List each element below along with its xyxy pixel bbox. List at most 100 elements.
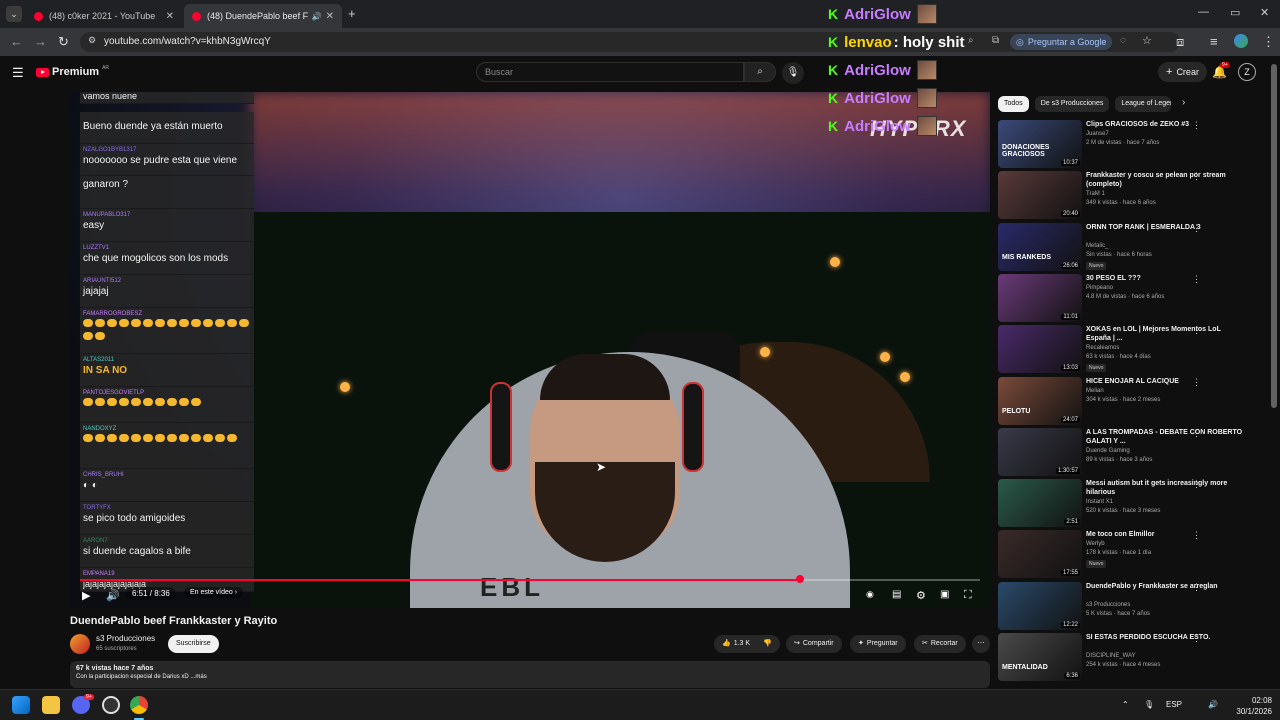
- browser-tab-1[interactable]: (48) c0ker 2021 - YouTube ✕: [26, 4, 182, 28]
- more-options-icon[interactable]: ⋮: [1192, 633, 1201, 644]
- channel-name[interactable]: s3 Producciones: [96, 634, 155, 643]
- recommendation-item[interactable]: PELOTU 24:07 HICE ENOJAR AL CACIQUE Melian 3…: [998, 376, 1268, 427]
- recommendation-item[interactable]: 2:51 Messi autism but it gets increasingl…: [998, 479, 1268, 529]
- extensions-icon[interactable]: ⧈: [1176, 34, 1184, 50]
- autoplay-toggle-icon[interactable]: ◉: [866, 589, 874, 600]
- ask-button[interactable]: ✦ Preguntar: [850, 635, 906, 653]
- video-thumbnail[interactable]: PELOTU 24:07: [998, 376, 1082, 425]
- recommendation-channel[interactable]: Juanse7: [1086, 131, 1109, 137]
- recommendation-item[interactable]: 12:22 DuendePablo y Frankkaster se arregl…: [998, 581, 1268, 632]
- play-icon[interactable]: ▶: [82, 589, 90, 602]
- speaker-icon[interactable]: 🔊: [312, 12, 322, 21]
- video-thumbnail[interactable]: 17:55: [998, 530, 1082, 579]
- close-window-icon[interactable]: ✕: [1260, 6, 1269, 19]
- minimize-icon[interactable]: —: [1198, 6, 1209, 18]
- recommendation-title[interactable]: Messi autism but it gets increasingly mo…: [1086, 479, 1246, 497]
- voice-search-button[interactable]: 🎙: [782, 62, 804, 84]
- video-thumbnail[interactable]: MIS RANKEDS 26:06: [998, 222, 1082, 271]
- fullscreen-icon[interactable]: ⛶: [964, 589, 972, 602]
- thumbs-down-icon[interactable]: 👎: [763, 635, 772, 653]
- recommendation-channel[interactable]: DISCIPLINE_WAY: [1086, 653, 1136, 659]
- media-icon[interactable]: ≡: [1210, 34, 1218, 49]
- tray-chevron-icon[interactable]: ⌃: [1122, 700, 1129, 709]
- recommendation-item[interactable]: MENTALIDAD 6:36 SI ESTAS PERDIDO ESCUCHA E…: [998, 633, 1268, 683]
- like-button[interactable]: 👍 1.3 K 👎: [714, 635, 780, 653]
- recommendation-title[interactable]: HICE ENOJAR AL CACIQUE: [1086, 377, 1246, 386]
- more-options-icon[interactable]: ⋮: [1192, 171, 1201, 182]
- more-options-icon[interactable]: ⋮: [1192, 530, 1201, 541]
- site-info-icon[interactable]: ⚙: [88, 35, 96, 46]
- video-thumbnail[interactable]: DONACIONES GRACIOSOS 10:37: [998, 120, 1082, 168]
- description-box[interactable]: 67 k vistas hace 7 años Con la participa…: [70, 661, 990, 688]
- obs-icon[interactable]: [102, 696, 120, 714]
- eye-off-icon[interactable]: ◌: [1120, 35, 1126, 46]
- recommendation-item[interactable]: 17:55 Me toco con Elmillor Werlyb 178 k vis…: [998, 530, 1268, 580]
- progress-scrubber[interactable]: [796, 575, 804, 583]
- progress-bar[interactable]: [80, 575, 980, 583]
- subscribe-button[interactable]: Suscribirse: [168, 635, 219, 653]
- windows-start-icon[interactable]: [12, 696, 30, 714]
- recommendation-channel[interactable]: Werlyb: [1086, 541, 1105, 547]
- more-options-icon[interactable]: ⋮: [1192, 325, 1201, 336]
- video-thumbnail[interactable]: 12:22: [998, 581, 1082, 630]
- recommendation-channel[interactable]: TraM 1: [1086, 191, 1105, 197]
- recommendation-item[interactable]: MIS RANKEDS 26:06 ORNN TOP RANK | ESMERALD…: [998, 222, 1268, 273]
- video-thumbnail[interactable]: MENTALIDAD 6:36: [998, 633, 1082, 681]
- video-thumbnail[interactable]: 11:01: [998, 273, 1082, 322]
- reload-icon[interactable]: ↻: [58, 34, 69, 50]
- recommendation-item[interactable]: 11:01 30 PESO EL ??? Pimpeano 4.8 M de vist…: [998, 273, 1268, 324]
- more-options-icon[interactable]: ⋮: [1192, 274, 1201, 285]
- volume-icon[interactable]: 🔊: [106, 589, 120, 602]
- tab-search-icon[interactable]: ⌄: [6, 6, 22, 22]
- search-input[interactable]: Buscar: [476, 62, 744, 82]
- close-tab-icon[interactable]: ✕: [326, 11, 334, 22]
- recommendation-channel[interactable]: Melian: [1086, 388, 1104, 394]
- account-avatar[interactable]: Z: [1238, 63, 1256, 81]
- install-icon[interactable]: ⧉: [992, 35, 999, 46]
- forward-icon[interactable]: →: [34, 34, 47, 49]
- recommendation-item[interactable]: 13:03 XOKAS en LOL | Mejores Momentos LoL…: [998, 325, 1268, 375]
- back-icon[interactable]: ←: [10, 34, 23, 49]
- create-button[interactable]: + Crear: [1158, 62, 1207, 82]
- subtitles-icon[interactable]: ▤: [892, 589, 901, 600]
- recommendation-channel[interactable]: s3 Producciones: [1086, 602, 1130, 608]
- video-thumbnail[interactable]: 1:30:57: [998, 427, 1082, 476]
- recommendation-title[interactable]: Clips GRACIOSOS de ZEKO #3: [1086, 120, 1246, 129]
- more-options-icon[interactable]: ⋮: [1192, 428, 1201, 439]
- mic-tray-icon[interactable]: 🎙: [1144, 700, 1154, 709]
- clock[interactable]: 02:08 30/1/2026: [1224, 695, 1272, 717]
- profile-avatar[interactable]: [1234, 34, 1248, 48]
- share-button[interactable]: ↪ Compartir: [786, 635, 842, 653]
- menu-dots-icon[interactable]: ⋮: [1262, 34, 1275, 50]
- scrollbar[interactable]: [1271, 64, 1277, 408]
- volume-tray-icon[interactable]: 🔊: [1208, 700, 1218, 709]
- chapter-button[interactable]: En este vídeo ›: [184, 587, 244, 598]
- search-button[interactable]: ⌕: [744, 62, 776, 82]
- more-options-icon[interactable]: ⋮: [1192, 582, 1201, 593]
- recommendation-channel[interactable]: Metalic_: [1086, 243, 1108, 249]
- ask-google-button[interactable]: ◎ Preguntar a Google: [1010, 34, 1113, 50]
- recommendation-title[interactable]: Frankkaster y coscu se pelean por stream…: [1086, 171, 1246, 189]
- video-thumbnail[interactable]: 20:40: [998, 171, 1082, 220]
- bookmark-star-icon[interactable]: ☆: [1142, 34, 1152, 47]
- chrome-icon[interactable]: [130, 696, 148, 714]
- language-indicator[interactable]: ESP: [1166, 700, 1182, 709]
- hamburger-menu-icon[interactable]: ☰: [12, 65, 24, 81]
- clip-button[interactable]: ✂ Recortar: [914, 635, 966, 653]
- chip-channel[interactable]: De s3 Producciones: [1034, 96, 1110, 112]
- more-options-icon[interactable]: ⋮: [1192, 479, 1201, 490]
- settings-icon[interactable]: ⚙: [916, 589, 926, 602]
- recommendation-title[interactable]: Me toco con Elmillor: [1086, 530, 1246, 539]
- recommendation-title[interactable]: A LAS TROMPADAS - DEBATE CON ROBERTO GAL…: [1086, 428, 1246, 446]
- chip-lol[interactable]: League of Legends: [1115, 96, 1172, 112]
- recommendation-channel[interactable]: Recaleamos: [1086, 345, 1119, 351]
- recommendation-title[interactable]: 30 PESO EL ???: [1086, 274, 1246, 283]
- recommendation-item[interactable]: DONACIONES GRACIOSOS 10:37 Clips GRACIOSOS…: [998, 120, 1268, 170]
- more-options-icon[interactable]: ⋮: [1192, 377, 1201, 388]
- new-tab-button[interactable]: +: [348, 6, 356, 21]
- recommendation-channel[interactable]: Duende Gaming: [1086, 448, 1130, 454]
- more-options-icon[interactable]: ⋮: [1192, 223, 1201, 234]
- recommendation-title[interactable]: DuendePablo y Frankkaster se arreglan: [1086, 582, 1246, 591]
- recommendation-title[interactable]: SI ESTAS PERDIDO ESCUCHA ESTO.: [1086, 633, 1246, 642]
- file-explorer-icon[interactable]: [42, 696, 60, 714]
